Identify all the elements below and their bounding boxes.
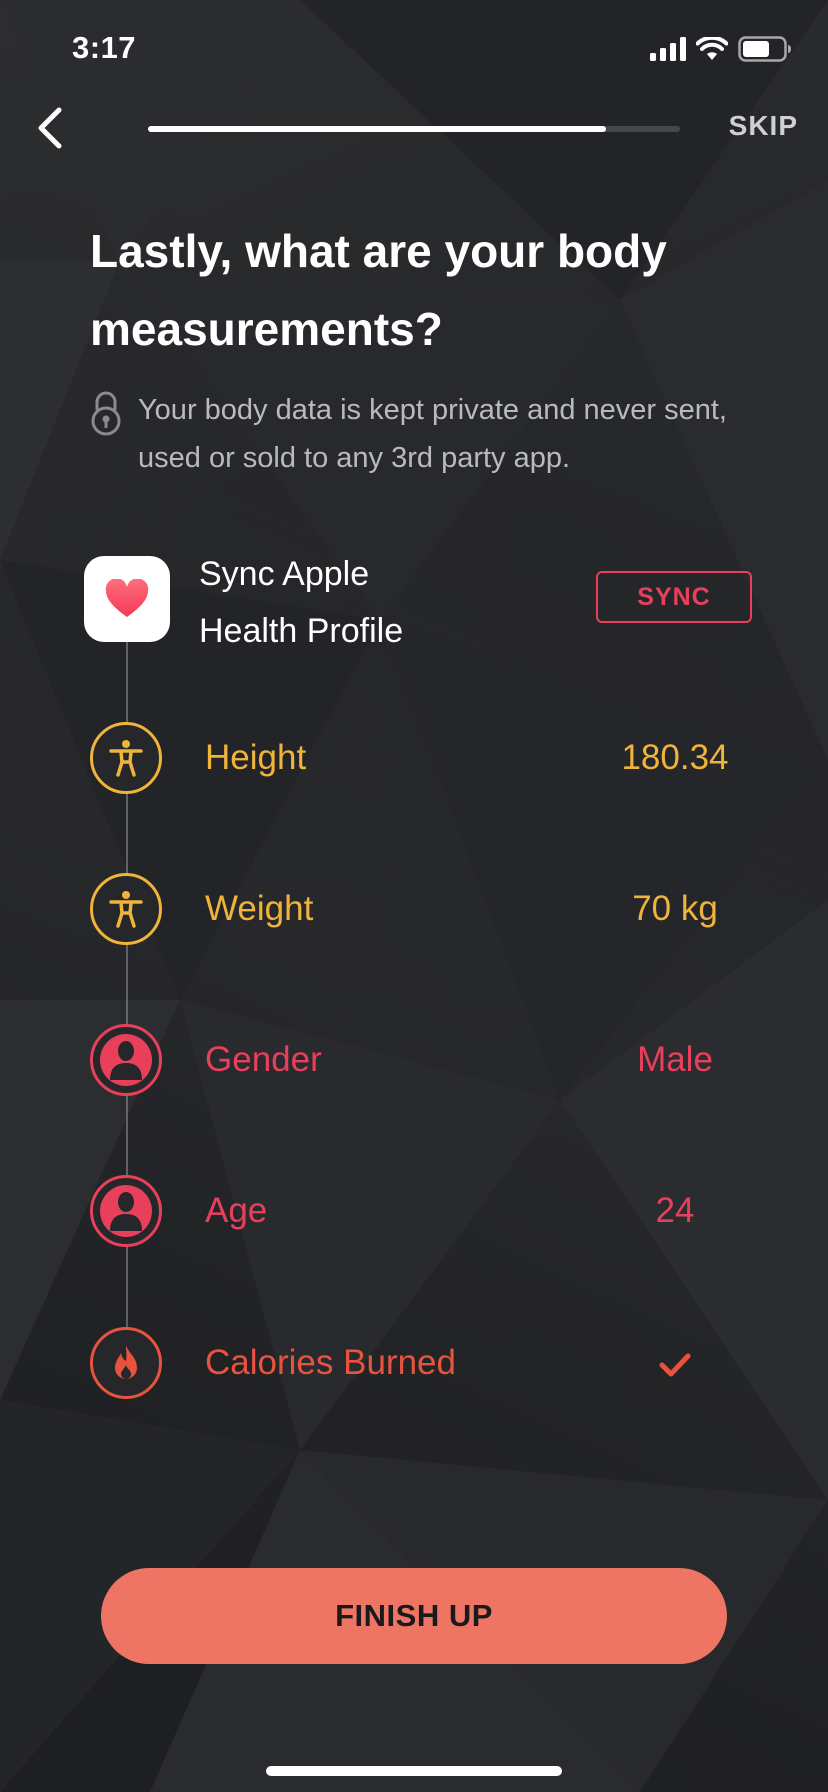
page-title: Lastly, what are your body measurements? [90,212,750,368]
metric-label-age: Age [205,1191,268,1230]
back-button[interactable] [22,98,78,158]
person-silhouette-icon [100,1185,152,1237]
page-title-line-1: Lastly, what are your body [90,225,667,277]
height-badge [90,722,162,794]
privacy-text: Your body data is kept private and never… [138,386,727,482]
apple-health-app-icon [84,556,170,642]
sync-title-line-1: Sync Apple [199,555,370,593]
gender-badge [90,1024,162,1096]
progress-fill [148,126,606,132]
page-title-line-2: measurements? [90,303,443,355]
weight-badge [90,873,162,945]
metric-value-weight[interactable]: 70 kg [595,885,755,933]
lock-icon [91,391,121,436]
calories-badge [90,1327,162,1399]
sync-title-line-2: Health Profile [199,612,404,650]
metric-value-age[interactable]: 24 [595,1187,755,1235]
wifi-icon [696,37,728,60]
checkmark-icon [659,1353,691,1377]
privacy-text-line-2: used or sold to any 3rd party app. [138,442,571,474]
metric-value-height[interactable]: 180.34 [595,734,755,782]
metric-value-gender[interactable]: Male [595,1036,755,1084]
home-indicator [266,1766,562,1776]
metric-label-height: Height [205,738,307,777]
apple-health-heart-icon [105,579,149,617]
sync-apple-health-title: Sync Apple Health Profile [199,546,403,660]
body-measurements-screen: 3:17 SKIP Lastly, what are your body mea… [0,0,828,1792]
metric-row-age[interactable]: Age 24 [0,1165,828,1255]
finish-up-button[interactable]: FINISH UP [101,1568,727,1664]
flame-icon [115,1345,137,1379]
metric-row-weight[interactable]: Weight 70 kg [0,863,828,953]
accessibility-figure-icon [109,740,143,777]
skip-button[interactable]: SKIP [729,110,798,142]
metric-row-calories-burned[interactable]: Calories Burned [0,1317,828,1407]
privacy-note: Your body data is kept private and never… [90,386,770,482]
metric-row-gender[interactable]: Gender Male [0,1014,828,1104]
onboarding-progress-bar [148,126,680,132]
sync-button[interactable]: SYNC [596,571,752,623]
battery-icon [738,36,791,62]
person-silhouette-icon [100,1034,152,1086]
chevron-left-icon [38,107,62,149]
status-time: 3:17 [72,30,137,65]
metric-label-gender: Gender [205,1040,322,1079]
metric-row-height[interactable]: Height 180.34 [0,712,828,802]
metric-value-calories-burned[interactable] [595,1345,755,1393]
cellular-signal-icon [650,37,686,61]
accessibility-figure-icon [109,891,143,928]
metric-label-weight: Weight [205,889,314,928]
status-icons [650,34,792,64]
privacy-text-line-1: Your body data is kept private and never… [138,394,727,426]
age-badge [90,1175,162,1247]
metric-label-calories-burned: Calories Burned [205,1343,456,1382]
